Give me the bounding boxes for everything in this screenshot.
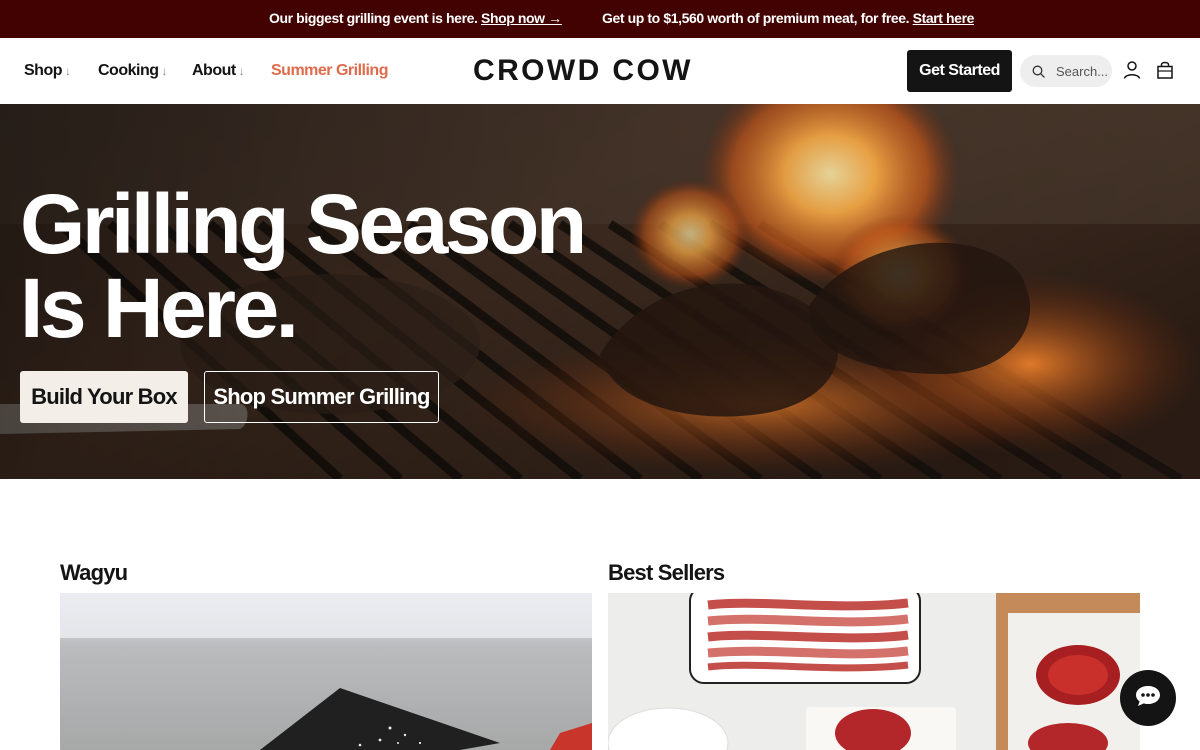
hero-title: Grilling Season Is Here. [20, 177, 587, 355]
shopping-bag-icon[interactable] [1155, 60, 1175, 85]
announcement-promo-1-text: Our biggest grilling event is here. [269, 10, 478, 26]
shop-summer-grilling-button[interactable]: Shop Summer Grilling [204, 371, 439, 423]
account-icon[interactable] [1122, 60, 1142, 85]
nav-item-shop-label: Shop [24, 62, 63, 79]
category-card-best-sellers[interactable] [608, 593, 1140, 750]
build-your-box-button[interactable]: Build Your Box [20, 371, 188, 423]
crowd-cow-logo[interactable]: CROWD COW [473, 54, 693, 88]
category-title-wagyu[interactable]: Wagyu [60, 560, 128, 586]
nav-item-summer-grilling-label: Summer Grilling [271, 62, 388, 79]
wagyu-image [60, 593, 592, 750]
get-started-button[interactable]: Get Started [907, 50, 1012, 92]
announcement-promo-2-text: Get up to $1,560 worth of premium meat, … [602, 10, 910, 26]
nav-item-summer-grilling[interactable]: Summer Grilling [271, 62, 388, 80]
category-title-best-sellers[interactable]: Best Sellers [608, 560, 725, 586]
category-card-wagyu[interactable] [60, 593, 592, 750]
hero-banner: Grilling Season Is Here. Build Your Box … [0, 104, 1200, 479]
announcement-bar: Our biggest grilling event is here. Shop… [0, 0, 1200, 38]
nav-item-about-label: About [192, 62, 236, 79]
best-sellers-image [608, 593, 1140, 750]
shop-now-link[interactable]: Shop now → [481, 10, 562, 26]
nav-item-cooking[interactable]: Cooking ↓ [98, 62, 167, 80]
announcement-promo-1: Our biggest grilling event is here. Shop… [269, 10, 562, 26]
search-icon [1032, 65, 1045, 83]
nav-item-shop[interactable]: Shop ↓ [24, 62, 71, 80]
announcement-promo-2: Get up to $1,560 worth of premium meat, … [602, 10, 974, 26]
start-here-link[interactable]: Start here [913, 10, 975, 26]
nav-item-cooking-label: Cooking [98, 62, 159, 79]
arrow-down-icon: ↓ [238, 64, 245, 78]
arrow-down-icon: ↓ [65, 64, 71, 78]
chat-bubble-icon [1134, 684, 1162, 713]
site-header: Shop ↓ Cooking ↓ About ↓ Summer Grilling CR… [0, 38, 1200, 104]
search-box[interactable] [1020, 55, 1112, 87]
chat-button[interactable] [1120, 670, 1176, 726]
arrow-down-icon: ↓ [161, 64, 168, 78]
search-input[interactable] [1056, 55, 1110, 87]
nav-item-about[interactable]: About ↓ [192, 62, 245, 80]
